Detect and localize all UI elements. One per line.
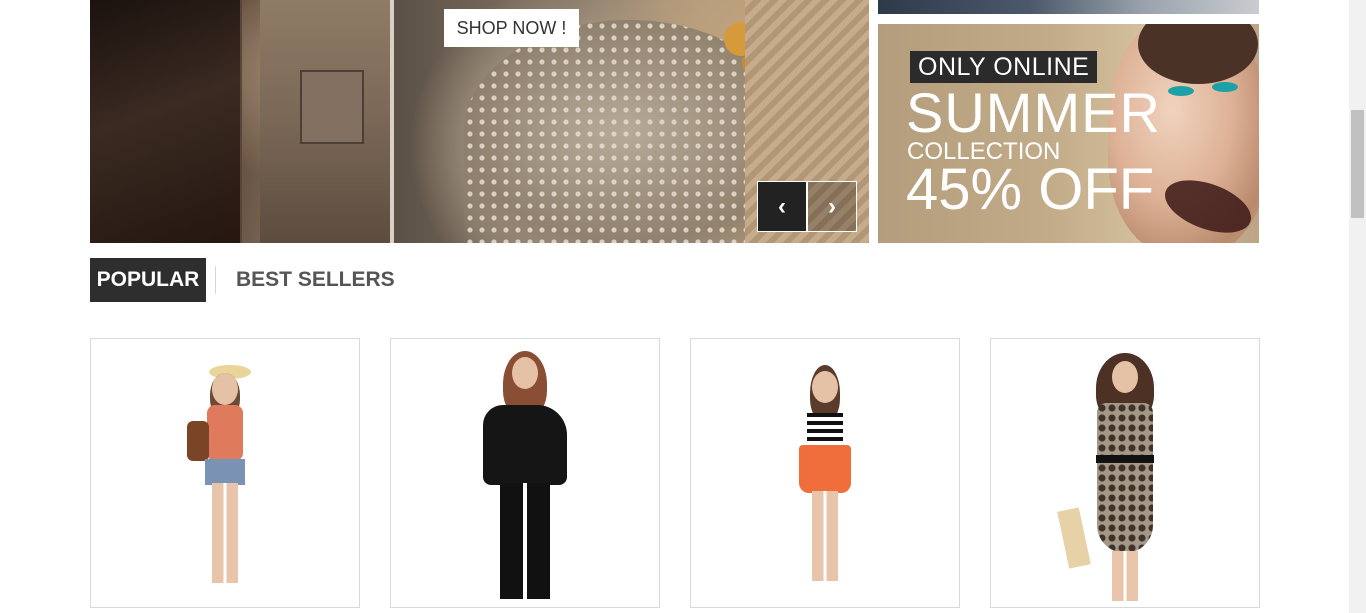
product-card[interactable]: [390, 338, 660, 608]
promo-title: SUMMER: [906, 81, 1161, 144]
slider-next-button[interactable]: ›: [807, 181, 857, 232]
tab-best-sellers[interactable]: BEST SELLERS: [236, 258, 395, 302]
tab-divider: [215, 266, 216, 294]
page-scrollbar[interactable]: [1349, 0, 1366, 613]
product-card[interactable]: [90, 338, 360, 608]
chevron-left-icon: ‹: [778, 192, 786, 220]
hero-slider: SHOP NOW ! ‹ ›: [90, 0, 869, 243]
slide-image-jackets: [90, 0, 394, 243]
summer-promo-banner[interactable]: ONLY ONLINE SUMMER COLLECTION 45% OFF: [878, 24, 1259, 243]
product-card[interactable]: [690, 338, 960, 608]
promo-discount: 45% OFF: [906, 157, 1155, 222]
top-banner-image[interactable]: [878, 0, 1259, 14]
only-online-badge: ONLY ONLINE: [910, 51, 1098, 83]
slider-prev-button[interactable]: ‹: [757, 181, 807, 232]
shop-now-button[interactable]: SHOP NOW !: [444, 9, 579, 47]
product-card[interactable]: [990, 338, 1260, 608]
slider-nav: ‹ ›: [757, 181, 857, 232]
tab-popular[interactable]: POPULAR: [90, 258, 206, 302]
chevron-right-icon: ›: [828, 192, 836, 220]
scrollbar-thumb[interactable]: [1351, 110, 1364, 218]
